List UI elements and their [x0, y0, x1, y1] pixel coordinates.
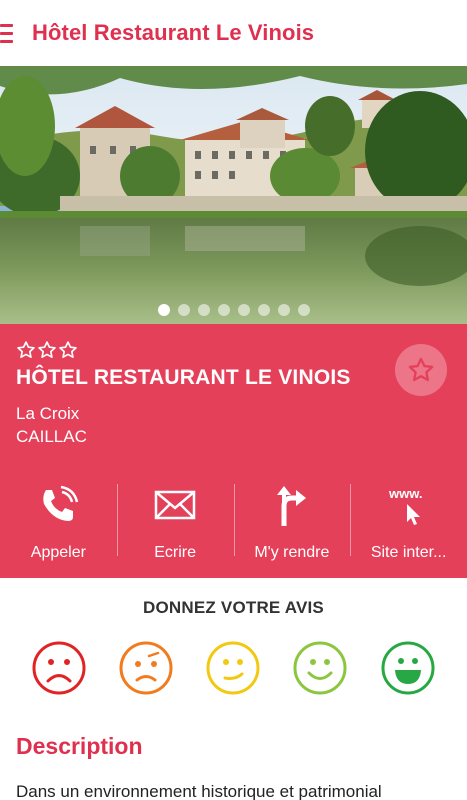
star-icon [38, 341, 56, 358]
website-label: Site inter... [370, 544, 447, 561]
app-bar: Hôtel Restaurant Le Vinois [0, 0, 467, 66]
description-heading: Description [16, 733, 143, 759]
carousel-dot[interactable] [177, 304, 190, 316]
carousel-dot[interactable] [237, 304, 250, 316]
hotel-info-card: La Croix CAILLAC Appeler Ecrire M'y rend… [0, 324, 467, 578]
call-button[interactable]: Appeler [0, 484, 117, 564]
rating-smileys [0, 640, 467, 696]
very-good-smiley-icon[interactable] [380, 640, 436, 696]
star-outline-icon [408, 357, 434, 382]
very-bad-smiley-icon[interactable] [31, 640, 87, 696]
hotel-name: HÔTEL RESTAURANT LE VINOIS [16, 366, 351, 389]
carousel-dot[interactable] [257, 304, 270, 316]
star-rating [16, 340, 78, 360]
star-icon [59, 341, 77, 358]
action-bar: Appeler Ecrire M'y rendre www. Site inte… [0, 484, 467, 564]
hotel-photo [0, 66, 467, 324]
carousel-indicator [0, 304, 467, 316]
envelope-icon [154, 490, 196, 520]
star-icon [17, 341, 35, 358]
address-line-1: La Croix [16, 404, 80, 423]
website-icon: www. [388, 486, 422, 525]
website-icon-text: www. [388, 486, 422, 501]
address-line-2: CAILLAC [16, 427, 87, 446]
website-button[interactable]: www. Site inter... [350, 484, 467, 564]
bad-smiley-icon[interactable] [118, 640, 174, 696]
directions-button[interactable]: M'y rendre [233, 484, 351, 564]
call-label: Appeler [30, 544, 86, 561]
directions-label: M'y rendre [254, 544, 330, 561]
carousel-dot[interactable] [297, 304, 310, 316]
email-label: Ecrire [154, 544, 197, 561]
phone-icon [43, 485, 79, 521]
good-smiley-icon[interactable] [292, 640, 348, 696]
neutral-smiley-icon[interactable] [205, 640, 261, 696]
directions-icon [276, 486, 306, 526]
review-heading: DONNEZ VOTRE AVIS [143, 598, 324, 617]
carousel-dot[interactable] [217, 304, 230, 316]
photo-carousel[interactable] [0, 66, 467, 324]
favorite-button[interactable] [395, 344, 447, 396]
email-button[interactable]: Ecrire [116, 484, 234, 564]
description-text: Dans un environnement historique et patr… [16, 782, 382, 800]
menu-icon[interactable] [0, 18, 20, 48]
carousel-dot[interactable] [197, 304, 210, 316]
app-title: Hôtel Restaurant Le Vinois [32, 20, 315, 45]
carousel-dot[interactable] [157, 304, 170, 316]
carousel-dot[interactable] [277, 304, 290, 316]
